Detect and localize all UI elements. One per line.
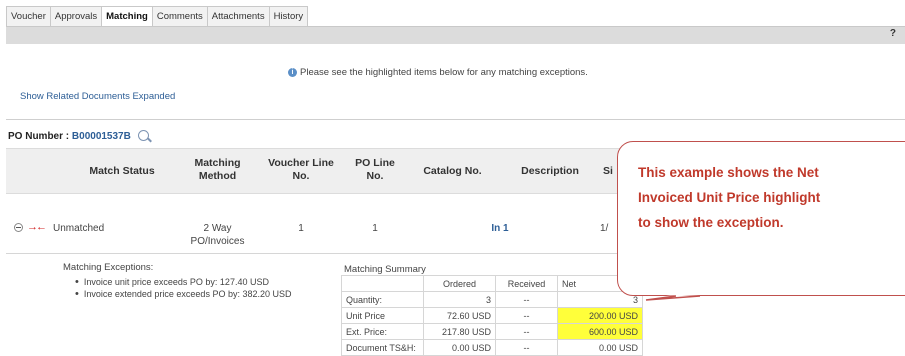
callout-text: This example shows the Net Invoiced Unit… — [638, 160, 905, 235]
summary-received: -- — [495, 339, 558, 356]
summary-net: 0.00 USD — [557, 339, 643, 356]
callout-line: This example shows the Net — [638, 165, 819, 180]
summary-ordered: 0.00 USD — [423, 339, 496, 356]
callout-line: Invoiced Unit Price highlight — [638, 190, 821, 205]
callout-line: to show the exception. — [638, 215, 784, 230]
summary-row-document-tsh: Document TS&H: 0.00 USD -- 0.00 USD — [341, 339, 643, 356]
summary-label: Document TS&H: — [341, 339, 424, 356]
